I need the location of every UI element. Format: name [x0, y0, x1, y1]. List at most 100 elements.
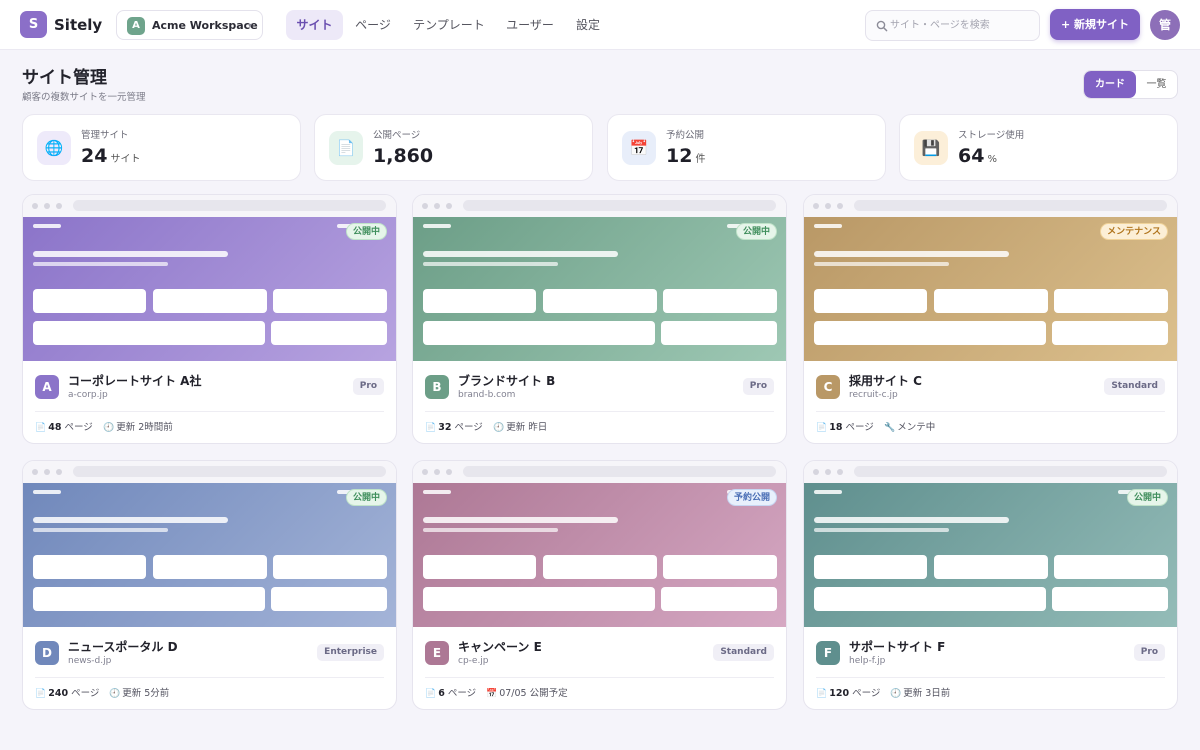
preview-block [33, 289, 146, 313]
page-title: サイト管理 [22, 68, 107, 88]
site-meta-status: 📅 07/05 公開予定 [486, 687, 568, 701]
page-count: 📄 48 ページ [35, 421, 93, 435]
stat-unit: 件 [695, 154, 706, 165]
site-name[interactable]: サポートサイト F [849, 639, 945, 655]
stat-number: 64 [958, 145, 985, 167]
preview-subline [814, 262, 949, 266]
preview-logo-bar [423, 490, 451, 494]
stat-card-pages: 📄 公開ページ 1,860 [314, 114, 593, 181]
card-divider [816, 677, 1165, 678]
site-name[interactable]: 採用サイト C [849, 373, 922, 389]
meta-text: 更新 3日前 [903, 688, 951, 699]
stat-number: 12 [666, 145, 693, 167]
tab-templates[interactable]: テンプレート [404, 10, 494, 40]
stat-value: 12 件 [666, 144, 705, 172]
site-card[interactable]: 予約公開 E キャンペーン E cp-e.jp Standard 📄 6 ページ … [412, 460, 787, 710]
stat-unit: サイト [110, 154, 141, 165]
view-list-button[interactable]: 一覧 [1136, 71, 1177, 98]
site-preview-thumbnail[interactable]: 予約公開 [413, 483, 786, 627]
tab-sites[interactable]: サイト [286, 10, 343, 40]
page-icon: 📄 [425, 689, 437, 699]
window-dot [32, 203, 38, 209]
url-bar [73, 466, 386, 477]
preview-block [934, 289, 1048, 313]
window-dot [446, 469, 452, 475]
search-box[interactable] [865, 10, 1040, 41]
tab-users[interactable]: ユーザー [498, 10, 562, 40]
site-avatar: F [816, 641, 840, 665]
preview-block [661, 321, 777, 345]
site-preview-thumbnail[interactable]: 公開中 [23, 217, 396, 361]
site-meta-status: 🔧 メンテ中 [884, 421, 935, 435]
preview-headline [814, 251, 1009, 257]
page-count-unit: ページ [852, 688, 881, 699]
floppy-icon: 💾 [914, 131, 948, 165]
window-dot [422, 203, 428, 209]
site-preview-thumbnail[interactable]: メンテナンス [804, 217, 1177, 361]
site-card[interactable]: メンテナンス C 採用サイト C recruit-c.jp Standard 📄… [803, 194, 1178, 444]
site-name[interactable]: キャンペーン E [458, 639, 542, 655]
workspace-avatar: A [127, 17, 145, 35]
preview-block [273, 289, 387, 313]
preview-logo-bar [33, 490, 61, 494]
preview-block [271, 587, 387, 611]
meta-text: メンテ中 [897, 422, 936, 433]
user-avatar[interactable]: 管 [1150, 10, 1180, 40]
site-preview-thumbnail[interactable]: 公開中 [804, 483, 1177, 627]
preview-block [1054, 555, 1168, 579]
browser-bar [413, 461, 786, 483]
meta-text: 更新 5分前 [122, 688, 170, 699]
site-card[interactable]: 公開中 B ブランドサイト B brand-b.com Pro 📄 32 ページ … [412, 194, 787, 444]
page-count-number: 240 [48, 688, 69, 699]
preview-block [423, 289, 536, 313]
plan-badge: Pro [1133, 644, 1165, 661]
preview-headline [423, 251, 618, 257]
tab-settings[interactable]: 設定 [566, 10, 610, 40]
top-bar: S Sitely A Acme Workspace ▾ サイト ページ テンプレ… [0, 0, 1200, 50]
window-dot [825, 203, 831, 209]
calendar-icon: 📅 [486, 689, 498, 699]
logo-badge[interactable]: S [20, 11, 47, 38]
site-name[interactable]: コーポレートサイト A社 [68, 373, 201, 389]
plan-badge: Standard [1104, 378, 1165, 395]
window-dot [56, 203, 62, 209]
page-icon: 📄 [816, 423, 828, 433]
site-avatar: E [425, 641, 449, 665]
tab-pages[interactable]: ページ [346, 10, 400, 40]
preview-subline [423, 528, 558, 532]
new-site-button[interactable]: + 新規サイト [1050, 9, 1140, 40]
site-preview-thumbnail[interactable]: 公開中 [23, 483, 396, 627]
page-count-number: 32 [438, 422, 452, 433]
stat-card-sites: 🌐 管理サイト 24 サイト [22, 114, 301, 181]
page-count-unit: ページ [447, 688, 477, 699]
page-count: 📄 120 ページ [816, 687, 880, 701]
site-name[interactable]: ニュースポータル D [68, 639, 178, 655]
site-domain: recruit-c.jp [849, 390, 898, 400]
site-card[interactable]: 公開中 A コーポレートサイト A社 a-corp.jp Pro 📄 48 ページ… [22, 194, 397, 444]
stat-value: 24 サイト [81, 144, 140, 172]
page-count-number: 18 [829, 422, 843, 433]
window-dot [434, 469, 440, 475]
stat-number: 1,860 [373, 145, 434, 167]
site-preview-thumbnail[interactable]: 公開中 [413, 217, 786, 361]
clock-icon: 🕘 [890, 689, 902, 699]
calendar-icon: 📅 [622, 131, 656, 165]
preview-block [423, 555, 536, 579]
status-badge: 公開中 [345, 223, 387, 240]
site-meta-status: 🕘 更新 2時間前 [103, 421, 173, 435]
preview-logo-bar [423, 224, 451, 228]
page-icon: 📄 [329, 131, 363, 165]
site-name[interactable]: ブランドサイト B [458, 373, 555, 389]
site-card[interactable]: 公開中 F サポートサイト F help-f.jp Pro 📄 120 ページ 🕘… [803, 460, 1178, 710]
view-card-button[interactable]: カード [1084, 71, 1136, 98]
workspace-selector[interactable]: A Acme Workspace ▾ [116, 10, 263, 40]
status-badge: 予約公開 [726, 489, 777, 506]
site-card[interactable]: 公開中 D ニュースポータル D news-d.jp Enterprise 📄 2… [22, 460, 397, 710]
preview-block [33, 587, 265, 611]
window-dot [837, 469, 843, 475]
url-bar [463, 200, 776, 211]
meta-text: 更新 2時間前 [116, 422, 173, 433]
site-meta-status: 🕘 更新 3日前 [890, 687, 950, 701]
search-input[interactable] [890, 11, 1036, 40]
wrench-icon: 🔧 [884, 423, 896, 433]
